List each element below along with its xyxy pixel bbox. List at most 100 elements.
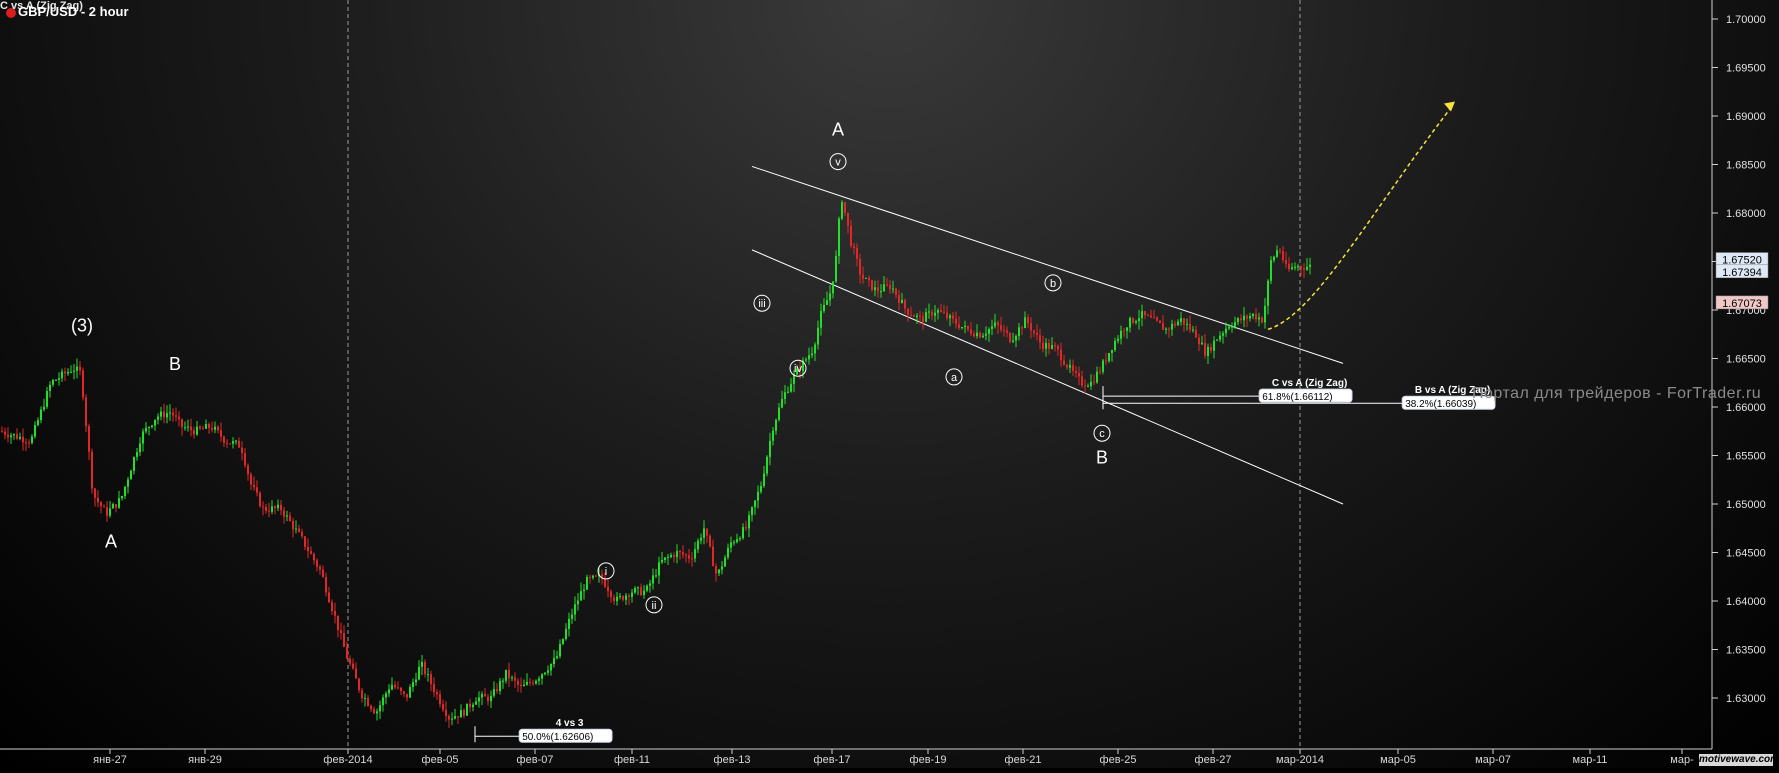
fib-title: 4 vs 3 — [556, 718, 584, 729]
candle-body — [931, 311, 933, 316]
candle-body — [541, 674, 543, 679]
candle-body — [1024, 317, 1026, 329]
wave-label: iv — [794, 363, 802, 375]
candle-body — [967, 325, 969, 330]
candle-body — [832, 281, 834, 294]
candle-body — [922, 316, 924, 322]
x-tick-label: фев-13 — [714, 754, 751, 766]
candle-body — [1036, 332, 1038, 336]
channel-upper-line[interactable] — [751, 165, 1344, 364]
candle-body — [298, 528, 300, 532]
candle-body — [580, 591, 582, 601]
candle-body — [1009, 332, 1011, 342]
candle-body — [1228, 326, 1230, 329]
candle-body — [508, 669, 510, 679]
candle-body — [232, 441, 234, 444]
chart-title: GBP/USD - 2 hour — [18, 4, 129, 19]
candle-body — [1000, 325, 1002, 330]
candle-body — [1123, 330, 1125, 332]
candle-body — [148, 426, 150, 428]
candle-body — [811, 353, 813, 356]
candle-body — [691, 558, 693, 560]
candle-body — [751, 507, 753, 516]
candle-body — [1234, 322, 1236, 327]
candle-body — [988, 328, 990, 334]
candle-body — [16, 434, 18, 439]
candle-body — [37, 420, 39, 426]
candle-body — [709, 535, 711, 547]
candle-body — [382, 697, 384, 706]
candle-body — [937, 310, 939, 313]
candle-body — [619, 596, 621, 598]
candle-body — [610, 591, 612, 598]
candle-body — [592, 575, 594, 578]
candle-body — [292, 520, 294, 530]
candle-body — [358, 678, 360, 691]
candle-body — [22, 436, 24, 443]
candle-body — [220, 430, 222, 437]
candle-body — [304, 536, 306, 547]
candle-body — [1246, 315, 1248, 319]
candle-body — [346, 646, 348, 659]
candle-body — [1069, 365, 1071, 368]
candle-body — [1126, 327, 1128, 331]
candle-body — [1225, 328, 1227, 334]
candle-body — [1138, 318, 1140, 322]
candle-body — [391, 684, 393, 690]
candle-body — [160, 411, 162, 417]
candle-body — [673, 555, 675, 557]
projection-curve[interactable] — [1267, 105, 1453, 331]
candle-body — [814, 344, 816, 354]
candle-body — [1108, 353, 1110, 362]
candle-body — [739, 538, 741, 540]
price-chart[interactable]: 1.700001.695001.690001.685001.680001.675… — [0, 0, 1779, 768]
candle-body — [211, 428, 213, 430]
candle-body — [883, 284, 885, 292]
candle-body — [1048, 342, 1050, 349]
candle-body — [550, 663, 552, 671]
candle-body — [181, 419, 183, 428]
candle-body — [229, 443, 231, 445]
candle-body — [703, 528, 705, 538]
candle-body — [256, 487, 258, 493]
candle-body — [1183, 318, 1185, 325]
chart-area[interactable]: 1.700001.695001.690001.685001.680001.675… — [0, 0, 1779, 768]
candle-body — [496, 689, 498, 692]
candle-body — [325, 576, 327, 593]
candle-body — [187, 426, 189, 428]
wave-label: b — [1050, 278, 1056, 290]
candle-body — [67, 371, 69, 374]
candle-body — [757, 491, 759, 501]
y-tick-label: 1.69500 — [1726, 63, 1766, 75]
candle-body — [616, 596, 618, 602]
candle-body — [880, 291, 882, 293]
candle-body — [742, 527, 744, 539]
candle-body — [103, 506, 105, 508]
candle-body — [808, 355, 810, 360]
candle-body — [1231, 326, 1233, 328]
candle-body — [1210, 346, 1212, 351]
candle-body — [1162, 323, 1164, 330]
candle-body — [1237, 318, 1239, 323]
candle-body — [289, 515, 291, 521]
candle-body — [133, 457, 135, 471]
wave-label: A — [832, 119, 844, 139]
candle-body — [1288, 263, 1290, 270]
candle-body — [865, 277, 867, 279]
candle-body — [652, 575, 654, 584]
candle-body — [238, 440, 240, 448]
candle-body — [1156, 317, 1158, 321]
candle-body — [889, 284, 891, 290]
instrument-status-icon[interactable] — [6, 8, 16, 18]
candle-body — [847, 212, 849, 226]
watermark: Портал для трейдеров - ForTrader.ru — [1472, 385, 1762, 402]
wave-label: c — [1099, 428, 1105, 440]
candle-body — [340, 630, 342, 634]
candle-body — [376, 711, 378, 714]
candle-body — [661, 560, 663, 563]
candle-body — [640, 587, 642, 596]
x-tick-label: мар-11 — [1573, 754, 1608, 766]
candle-body — [319, 566, 321, 570]
candle-body — [373, 709, 375, 714]
candle-body — [562, 638, 564, 644]
